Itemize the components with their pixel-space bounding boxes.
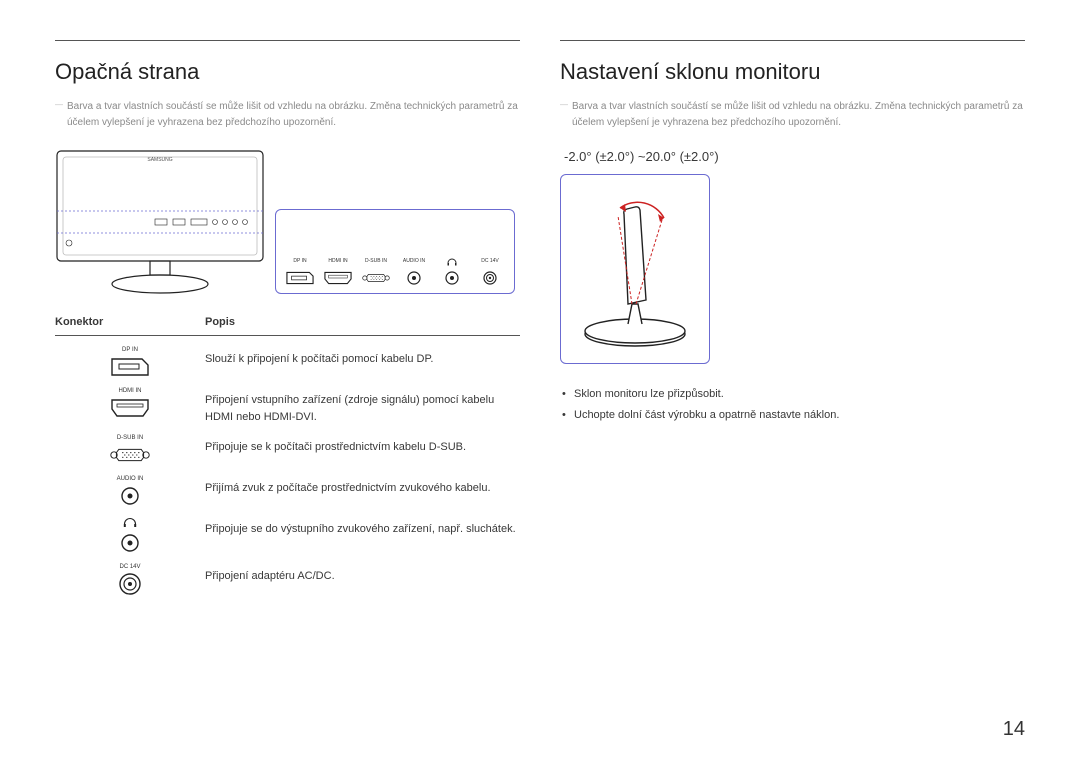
table-row: AUDIO IN Přijímá zvuk z počítače prostře…	[55, 471, 520, 512]
conn-cell-dsub: D-SUB IN	[55, 435, 205, 466]
conn-desc: Připojuje se do výstupního zvukového zař…	[205, 517, 520, 538]
list-item: Uchopte dolní část výrobku a opatrně nas…	[560, 405, 1025, 426]
port-label: HDMI IN	[328, 258, 347, 266]
headphone-jack-icon	[110, 532, 150, 554]
conn-label: HDMI IN	[119, 388, 142, 394]
port-label: DP IN	[293, 258, 306, 266]
rule	[560, 40, 1025, 41]
note-left: Barva a tvar vlastních součástí se může …	[55, 99, 520, 131]
conn-label: DC 14V	[119, 564, 140, 570]
conn-cell-audio: AUDIO IN	[55, 476, 205, 507]
dsub-icon	[110, 444, 150, 466]
page-number: 14	[1003, 718, 1025, 741]
table-row: DP IN Slouží k připojení k počítači pomo…	[55, 342, 520, 383]
port-dsub: D-SUB IN	[362, 258, 390, 287]
table-row: Připojuje se do výstupního zvukového zař…	[55, 512, 520, 559]
conn-desc: Připojení vstupního zařízení (zdroje sig…	[205, 388, 520, 425]
right-column: Nastavení sklonu monitoru Barva a tvar v…	[560, 40, 1025, 600]
port-label: AUDIO IN	[403, 258, 425, 266]
conn-cell-dc: DC 14V	[55, 564, 205, 595]
tilt-spec: -2.0° (±2.0°) ~20.0° (±2.0°)	[564, 149, 1025, 164]
th-description: Popis	[205, 316, 520, 328]
port-label: D-SUB IN	[365, 258, 387, 266]
left-column: Opačná strana Barva a tvar vlastních sou…	[55, 40, 520, 600]
headphone-jack-icon	[438, 269, 466, 287]
th-connector: Konektor	[55, 316, 205, 328]
heading-left: Opačná strana	[55, 59, 520, 85]
dc-icon	[110, 573, 150, 595]
note-right: Barva a tvar vlastních součástí se může …	[560, 99, 1025, 131]
connector-table: Konektor Popis DP IN Slouží k připojení …	[55, 316, 520, 600]
hdmi-icon	[110, 397, 150, 419]
conn-cell-headphone	[55, 517, 205, 554]
conn-label: DP IN	[122, 347, 138, 353]
audio-jack-icon	[400, 269, 428, 287]
port-dp: DP IN	[286, 258, 314, 287]
table-row: D-SUB IN Připojuje se k počítači prostře…	[55, 430, 520, 471]
audio-jack-icon	[110, 485, 150, 507]
conn-label: AUDIO IN	[117, 476, 144, 482]
port-hdmi: HDMI IN	[324, 258, 352, 287]
conn-desc: Připojuje se k počítači prostřednictvím …	[205, 435, 520, 456]
table-row: DC 14V Připojení adaptéru AC/DC.	[55, 559, 520, 600]
conn-cell-hdmi: HDMI IN	[55, 388, 205, 419]
conn-desc: Slouží k připojení k počítači pomocí kab…	[205, 347, 520, 368]
ports-panel: DP IN HDMI IN D-SUB IN	[275, 209, 515, 294]
list-item: Sklon monitoru lze přizpůsobit.	[560, 384, 1025, 405]
headphone-icon	[123, 517, 137, 529]
dsub-icon	[362, 269, 390, 287]
port-headphone	[438, 258, 466, 287]
rule	[55, 40, 520, 41]
conn-label: D-SUB IN	[117, 435, 143, 441]
conn-cell-dp: DP IN	[55, 347, 205, 378]
port-dc: DC 14V	[476, 258, 504, 287]
table-row: HDMI IN Připojení vstupního zařízení (zd…	[55, 383, 520, 430]
bullet-list: Sklon monitoru lze přizpůsobit. Uchopte …	[560, 384, 1025, 426]
dp-icon	[110, 356, 150, 378]
tilt-illustration	[560, 174, 710, 364]
monitor-back-illustration: SAMSUNG	[55, 149, 265, 294]
dp-icon	[286, 269, 314, 287]
heading-right: Nastavení sklonu monitoru	[560, 59, 1025, 85]
table-head: Konektor Popis	[55, 316, 520, 336]
svg-text:SAMSUNG: SAMSUNG	[147, 157, 172, 163]
conn-desc: Připojení adaptéru AC/DC.	[205, 564, 520, 585]
conn-desc: Přijímá zvuk z počítače prostřednictvím …	[205, 476, 520, 497]
hdmi-icon	[324, 269, 352, 287]
illustration-row: SAMSUNG DP IN HDMI IN	[55, 149, 520, 294]
port-label: DC 14V	[481, 258, 499, 266]
port-audio: AUDIO IN	[400, 258, 428, 287]
headphone-icon-label	[447, 258, 457, 266]
dc-icon	[476, 269, 504, 287]
